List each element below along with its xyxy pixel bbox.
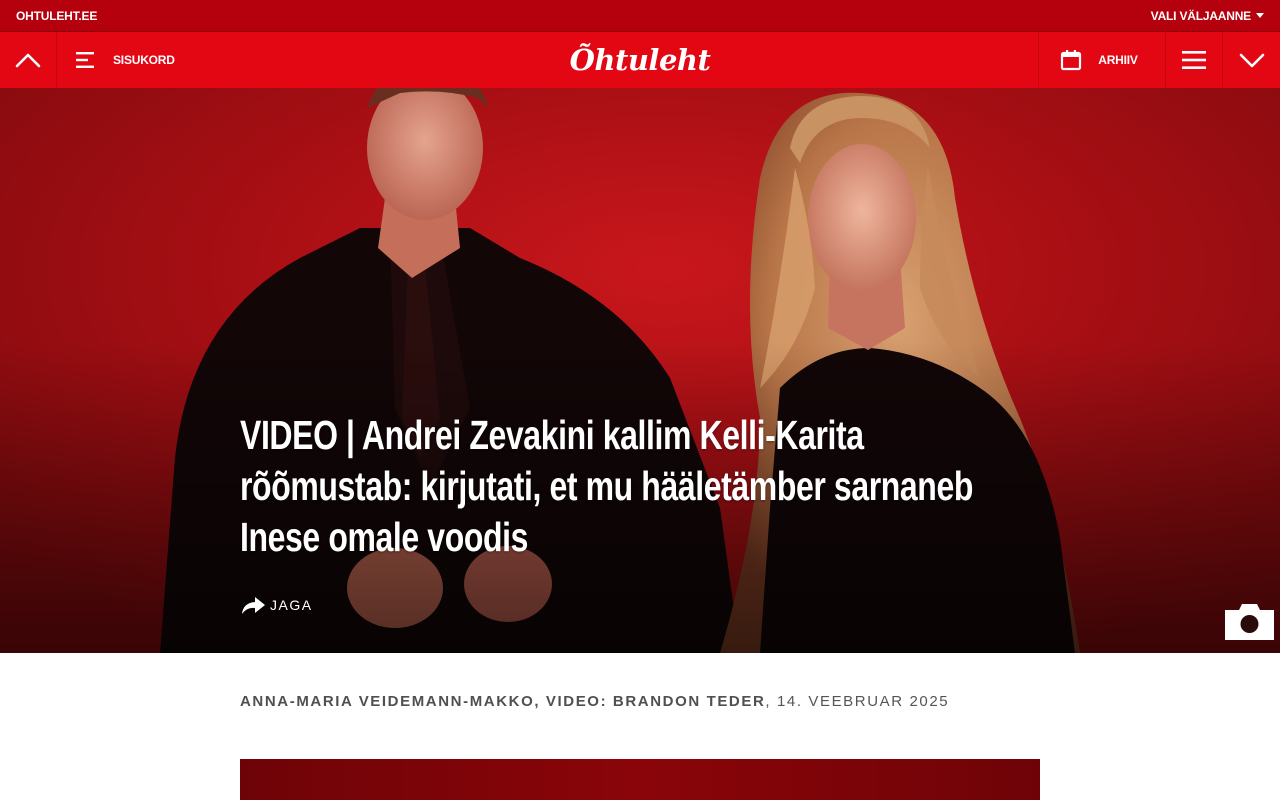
site-link[interactable]: OHTULEHT.EE: [16, 9, 97, 23]
edition-picker[interactable]: VALI VÄLJAANNE: [1151, 9, 1264, 23]
main-navbar: SISUKORD Õhtuleht ARHIIV: [0, 32, 1280, 88]
hamburger-menu-icon: [1182, 51, 1206, 69]
menu-button[interactable]: [1166, 32, 1223, 88]
article-authors: ANNA-MARIA VEIDEMANN-MAKKO, VIDEO: BRAND…: [240, 693, 766, 710]
edition-picker-label: VALI VÄLJAANNE: [1150, 8, 1252, 23]
toc-label: SISUKORD: [113, 53, 175, 67]
scroll-down-button[interactable]: [1223, 32, 1280, 88]
toc-button[interactable]: SISUKORD: [57, 32, 175, 88]
embedded-video-preview[interactable]: [240, 759, 1040, 800]
archive-button[interactable]: ARHIIV: [1038, 32, 1166, 88]
scroll-up-button[interactable]: [0, 32, 57, 88]
hero-image[interactable]: VIDEO | Andrei Zevakini kallim Kelli-Kar…: [0, 88, 1280, 653]
article-byline: ANNA-MARIA VEIDEMANN-MAKKO, VIDEO: BRAND…: [240, 693, 1040, 710]
photo-gallery-button[interactable]: [1225, 602, 1274, 640]
toc-lines-icon: [76, 52, 94, 68]
camera-icon: [1225, 604, 1274, 640]
chevron-up-icon: [15, 53, 41, 68]
chevron-down-icon: [1239, 53, 1264, 68]
share-label: JAGA: [270, 597, 313, 613]
hero-shade: [0, 88, 1280, 653]
caret-down-icon: [1256, 13, 1264, 18]
share-button[interactable]: JAGA: [240, 594, 313, 616]
logo-text: Õhtuleht: [569, 43, 711, 77]
archive-label: ARHIIV: [1098, 53, 1138, 67]
calendar-icon: [1061, 50, 1082, 71]
share-arrow-icon: [242, 597, 265, 614]
article-date: , 14. VEEBRUAR 2025: [765, 693, 950, 710]
article-headline: VIDEO | Andrei Zevakini kallim Kelli-Kar…: [240, 412, 974, 560]
top-strip: OHTULEHT.EE VALI VÄLJAANNE: [0, 0, 1280, 32]
site-logo[interactable]: Õhtuleht: [540, 32, 740, 88]
